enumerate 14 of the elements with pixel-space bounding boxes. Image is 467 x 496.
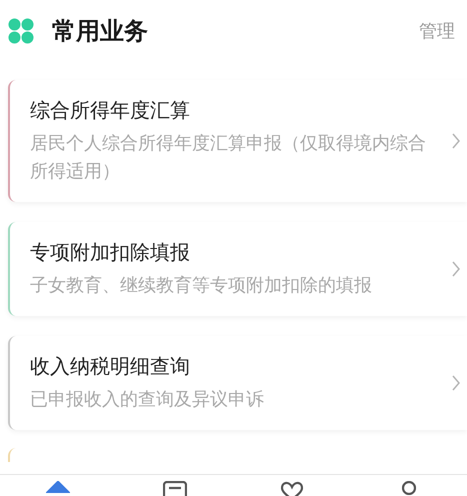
service-title: 综合所得年度汇算 [30, 97, 191, 124]
service-description: 子女教育、继续教育等专项附加扣除的填报 [30, 274, 373, 298]
chevron-right-icon [451, 132, 461, 150]
service-description: 已申报收入的查询及异议申诉 [30, 388, 265, 412]
section-title: 常用业务 [52, 16, 148, 47]
service-title: 收入纳税明细查询 [30, 353, 191, 380]
service-card[interactable]: 收入纳税明细查询 已申报收入的查询及异议申诉 [8, 336, 467, 430]
service-card[interactable]: 综合所得年度汇算 居民个人综合所得年度汇算申报（仅取得境内综合所得适用） [8, 80, 467, 202]
service-card[interactable]: 专项附加扣除填报 子女教育、继续教育等专项附加扣除的填报 [8, 222, 467, 316]
service-description: 居民个人综合所得年度汇算申报（仅取得境内综合所得适用） [30, 132, 427, 184]
chevron-right-icon [451, 260, 461, 278]
app-grid-icon [8, 18, 34, 44]
service-title: 专项附加扣除填报 [30, 239, 191, 266]
chevron-right-icon [451, 374, 461, 392]
